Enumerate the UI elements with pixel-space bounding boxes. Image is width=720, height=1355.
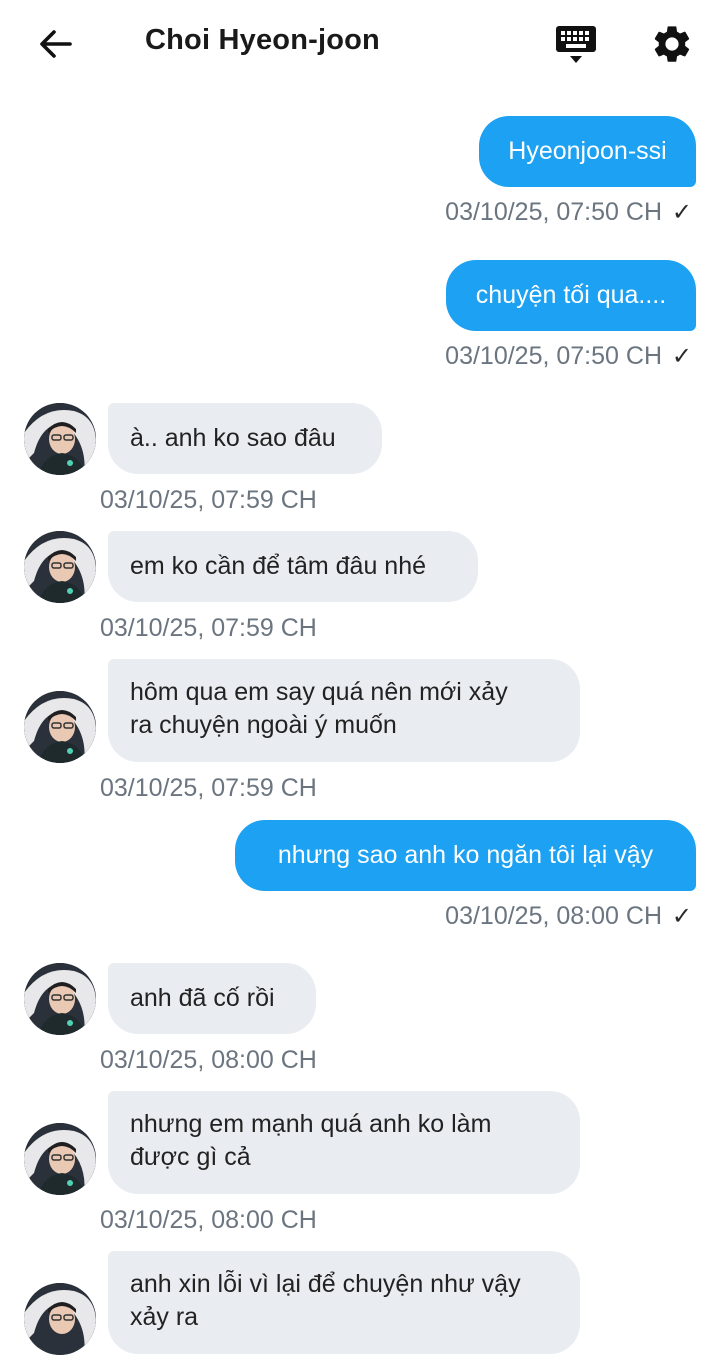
avatar[interactable] xyxy=(24,531,96,603)
message-timestamp: 03/10/25, 07:50 CH xyxy=(445,198,662,226)
back-arrow-icon[interactable] xyxy=(36,24,76,64)
message-text: chuyện tối qua.... xyxy=(475,281,667,309)
chat-header: Choi Hyeon-joon xyxy=(0,0,720,88)
incoming-message-bubble[interactable]: nhưng em mạnh quá anh ko làm được gì cả xyxy=(108,1091,580,1194)
profile-photo xyxy=(24,531,96,603)
avatar[interactable] xyxy=(24,1123,96,1195)
message-timestamp: 03/10/25, 07:50 CH xyxy=(445,342,662,370)
incoming-message-bubble[interactable]: hôm qua em say quá nên mới xảy ra chuyện… xyxy=(108,659,580,762)
outgoing-message-bubble[interactable]: Hyeonjoon-ssi xyxy=(479,116,696,187)
sent-check-icon: ✓ xyxy=(671,343,692,370)
message-text: nhưng sao anh ko ngăn tôi lại vậy xyxy=(277,841,654,869)
message-timestamp: 03/10/25, 07:59 CH xyxy=(100,614,317,642)
avatar[interactable] xyxy=(24,1283,96,1355)
message-text-line: anh xin lỗi vì lại để chuyện như vậy xyxy=(130,1270,521,1298)
outgoing-message-bubble[interactable]: chuyện tối qua.... xyxy=(446,260,696,331)
message-text: à.. anh ko sao đâu xyxy=(130,424,336,452)
avatar[interactable] xyxy=(24,963,96,1035)
message-timestamp: 03/10/25, 08:00 CH xyxy=(100,1206,317,1234)
message-timestamp: 03/10/25, 07:59 CH xyxy=(100,486,317,514)
profile-photo xyxy=(24,691,96,763)
profile-photo xyxy=(24,963,96,1035)
message-timestamp: 03/10/25, 08:00 CH xyxy=(445,902,662,930)
settings-gear-icon[interactable] xyxy=(650,22,694,66)
message-text-line: nhưng em mạnh quá anh ko làm xyxy=(130,1110,492,1138)
incoming-message-bubble[interactable]: anh xin lỗi vì lại để chuyện như vậy xảy… xyxy=(108,1251,580,1354)
profile-photo xyxy=(24,403,96,475)
sent-check-icon: ✓ xyxy=(671,903,692,930)
message-timestamp: 03/10/25, 08:00 CH xyxy=(100,1046,317,1074)
incoming-message-bubble[interactable]: em ko cần để tâm đâu nhé xyxy=(108,531,478,602)
sent-check-icon: ✓ xyxy=(671,199,692,226)
page-title: Choi Hyeon-joon xyxy=(145,24,380,56)
message-text: anh đã cố rồi xyxy=(130,984,275,1012)
incoming-message-bubble[interactable]: anh đã cố rồi xyxy=(108,963,316,1034)
message-text-line: hôm qua em say quá nên mới xảy xyxy=(130,678,508,706)
avatar[interactable] xyxy=(24,403,96,475)
message-text-line: xảy ra xyxy=(130,1303,199,1331)
message-text-line: ra chuyện ngoài ý muốn xyxy=(130,711,397,739)
incoming-message-bubble[interactable]: à.. anh ko sao đâu xyxy=(108,403,382,474)
message-text: em ko cần để tâm đâu nhé xyxy=(130,552,427,580)
profile-photo xyxy=(24,1123,96,1195)
avatar[interactable] xyxy=(24,691,96,763)
message-text-line: được gì cả xyxy=(130,1143,251,1171)
message-timestamp: 03/10/25, 07:59 CH xyxy=(100,774,317,802)
message-text: Hyeonjoon-ssi xyxy=(508,137,667,165)
keyboard-icon[interactable] xyxy=(554,22,598,66)
profile-photo xyxy=(24,1283,96,1355)
outgoing-message-bubble[interactable]: nhưng sao anh ko ngăn tôi lại vậy xyxy=(235,820,696,891)
